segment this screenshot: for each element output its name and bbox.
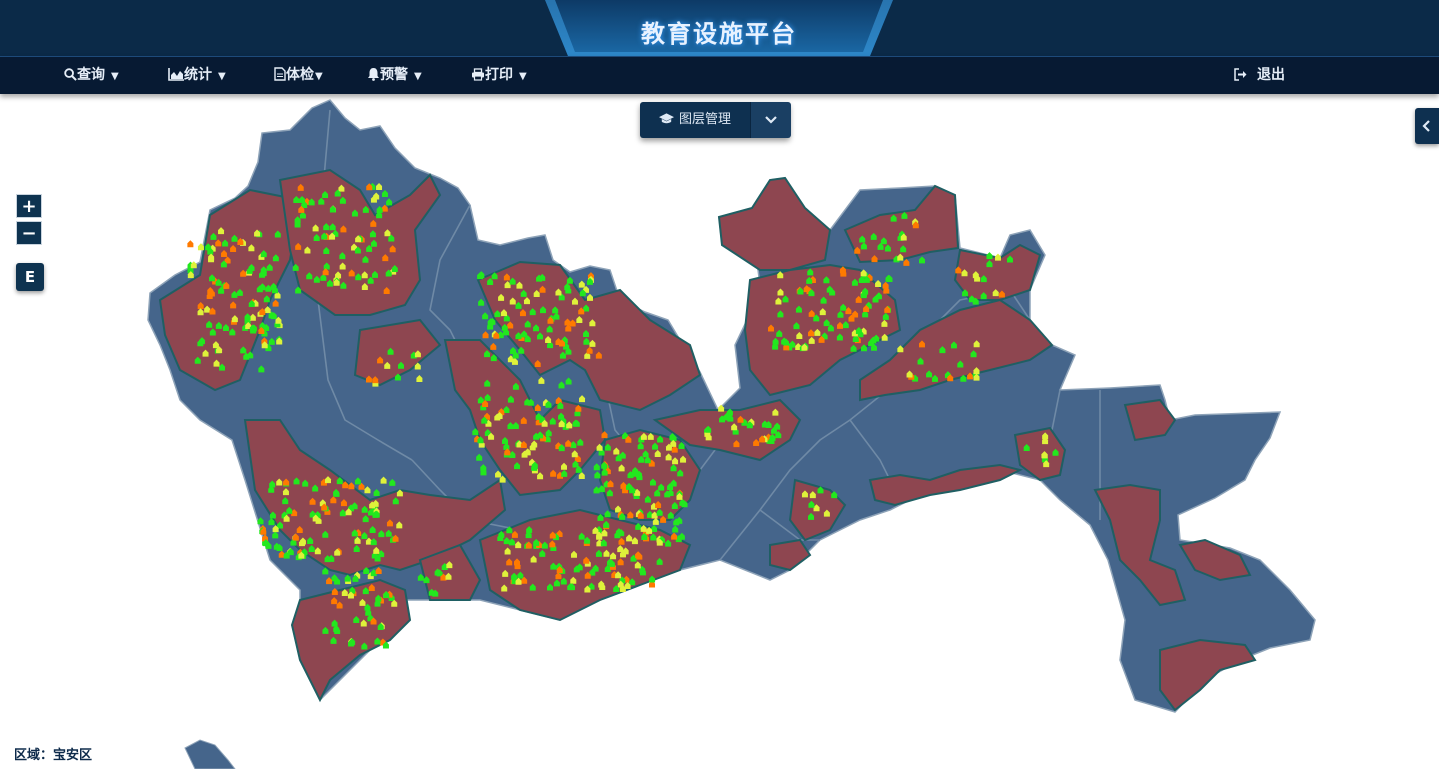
nav-checkup[interactable]: 体检▼ — [274, 57, 323, 94]
region-status: 区域：宝安区 — [14, 748, 93, 763]
island-shape — [184, 739, 236, 769]
page-title: 教育设施平台 — [641, 20, 797, 48]
logout-label: 退出 — [1257, 67, 1285, 83]
app-header: 教育设施平台 — [0, 0, 1439, 56]
chevron-down-icon: ▼ — [315, 71, 323, 82]
nav-query[interactable]: 查询 ▼ — [64, 57, 119, 94]
side-panel-toggle[interactable] — [1415, 108, 1439, 144]
sign-out-icon — [1234, 68, 1247, 81]
nav-query-label: 查询 — [77, 67, 105, 83]
nav-statistics[interactable]: 统计 ▼ — [168, 57, 226, 94]
bell-icon — [368, 68, 379, 81]
nav-warning[interactable]: 预警 ▼ — [367, 57, 422, 94]
full-extent-button[interactable]: E — [16, 263, 44, 291]
search-icon — [64, 68, 77, 81]
chevron-down-icon: ▼ — [111, 71, 119, 82]
logout-button[interactable]: 退出 — [1233, 57, 1285, 94]
graduation-cap-icon — [658, 113, 674, 124]
chevron-left-icon — [1422, 120, 1430, 132]
layer-manager-button[interactable]: 图层管理 — [640, 102, 750, 138]
chevron-down-icon: ▼ — [519, 71, 527, 82]
map-canvas[interactable] — [0, 93, 1439, 769]
nav-statistics-label: 统计 — [184, 67, 212, 83]
area-chart-icon — [168, 68, 184, 81]
selected-area[interactable] — [717, 176, 832, 271]
school-marker[interactable] — [986, 252, 993, 260]
main-nav: 查询 ▼ 统计 ▼ 体检▼ 预警 ▼ 打印 ▼ 退出 — [0, 56, 1439, 94]
layer-manager[interactable]: 图层管理 — [640, 102, 791, 138]
nav-warning-label: 预警 — [380, 67, 408, 83]
nav-print[interactable]: 打印 ▼ — [471, 57, 527, 94]
zoom-out-button[interactable]: − — [16, 221, 42, 245]
school-marker[interactable] — [190, 261, 197, 269]
document-icon — [274, 67, 286, 81]
chevron-down-icon — [765, 116, 777, 124]
chevron-down-icon: ▼ — [218, 71, 226, 82]
selected-area[interactable] — [769, 538, 812, 572]
nav-checkup-label: 体检 — [286, 67, 314, 83]
layer-manager-label: 图层管理 — [678, 112, 731, 127]
print-icon — [472, 68, 484, 81]
selected-area[interactable] — [1159, 638, 1257, 712]
school-marker[interactable] — [187, 240, 194, 248]
chevron-down-icon: ▼ — [414, 71, 422, 82]
school-marker[interactable] — [994, 253, 1001, 261]
zoom-in-button[interactable]: + — [16, 194, 42, 218]
layer-manager-dropdown[interactable] — [750, 102, 791, 138]
nav-print-label: 打印 — [485, 67, 513, 83]
